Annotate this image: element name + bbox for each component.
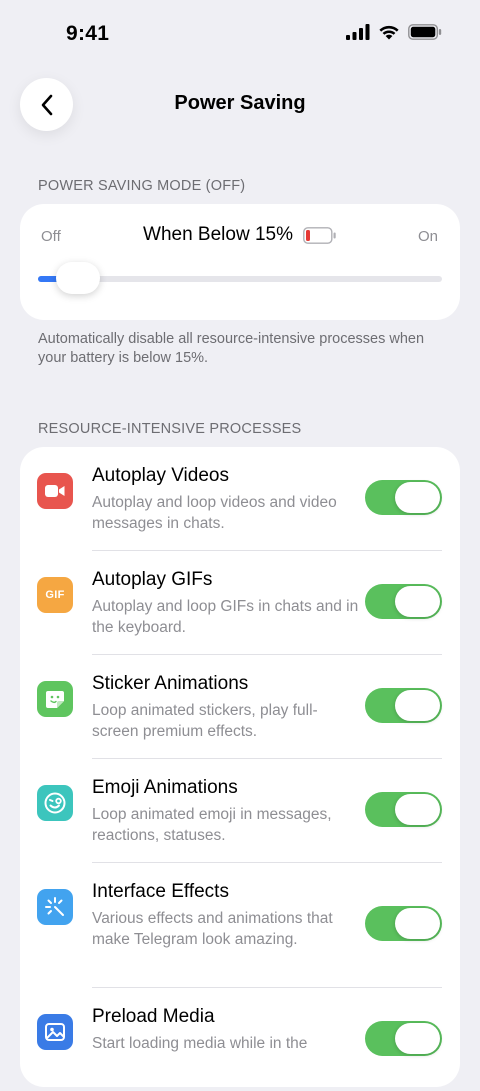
- power-saving-card: Off When Below 15% On: [20, 204, 460, 320]
- toggle-knob: [395, 586, 440, 617]
- row-title: Preload Media: [92, 1006, 215, 1027]
- status-bar: 9:41: [0, 0, 480, 70]
- preload-media-toggle[interactable]: [365, 1021, 442, 1056]
- slider-title-text: When Below 15%: [143, 224, 293, 245]
- status-time: 9:41: [66, 22, 110, 45]
- toggle-knob: [395, 794, 440, 825]
- battery-icon: [408, 24, 442, 40]
- wifi-icon: [379, 25, 399, 40]
- row-subtitle: Autoplay and loop GIFs in chats and in t…: [92, 598, 359, 636]
- list-item-emoji-animations[interactable]: Emoji Animations Loop animated emoji in …: [20, 759, 460, 862]
- video-camera-icon: [37, 473, 73, 509]
- toggle-knob: [395, 690, 440, 721]
- status-icons: [346, 24, 442, 40]
- cellular-signal-icon: [346, 24, 370, 40]
- autoplay-videos-toggle[interactable]: [365, 480, 442, 515]
- toggle-knob: [395, 1023, 440, 1054]
- toggle-knob: [395, 482, 440, 513]
- low-battery-icon: [303, 226, 336, 244]
- emoji-animations-toggle[interactable]: [365, 792, 442, 827]
- list-item-autoplay-videos[interactable]: Autoplay Videos Autoplay and loop videos…: [20, 447, 460, 550]
- row-title: Autoplay Videos: [92, 465, 229, 486]
- list-item-autoplay-gifs[interactable]: GIF Autoplay GIFs Autoplay and loop GIFs…: [20, 551, 460, 654]
- row-subtitle: Loop animated stickers, play full-screen…: [92, 702, 318, 740]
- row-subtitle: Loop animated emoji in messages, reactio…: [92, 806, 332, 844]
- battery-threshold-slider[interactable]: [38, 262, 442, 294]
- row-title: Autoplay GIFs: [92, 569, 213, 590]
- row-subtitle: Various effects and animations that make…: [92, 910, 333, 948]
- nav-bar: Power Saving: [0, 70, 480, 140]
- sticker-animations-toggle[interactable]: [365, 688, 442, 723]
- power-saving-header: POWER SAVING MODE (OFF): [38, 178, 246, 194]
- gif-icon-text: GIF: [45, 589, 65, 601]
- interface-effects-toggle[interactable]: [365, 906, 442, 941]
- sparkle-icon: [37, 889, 73, 925]
- sticker-icon: [37, 681, 73, 717]
- row-title: Emoji Animations: [92, 777, 238, 798]
- toggle-knob: [395, 908, 440, 939]
- processes-header: RESOURCE-INTENSIVE PROCESSES: [38, 421, 302, 437]
- row-subtitle: Autoplay and loop videos and video messa…: [92, 494, 337, 532]
- page-title: Power Saving: [174, 92, 306, 114]
- row-title: Interface Effects: [92, 881, 229, 902]
- emoji-icon: [37, 785, 73, 821]
- image-icon: [37, 1014, 73, 1050]
- autoplay-gifs-toggle[interactable]: [365, 584, 442, 619]
- slider-on-label: On: [417, 228, 438, 245]
- power-saving-footer: Automatically disable all resource-inten…: [38, 331, 425, 366]
- slider-thumb[interactable]: [56, 262, 101, 294]
- gif-icon: GIF: [37, 577, 73, 613]
- row-title: Sticker Animations: [92, 673, 249, 694]
- list-item-sticker-animations[interactable]: Sticker Animations Loop animated sticker…: [20, 655, 460, 758]
- row-subtitle: Start loading media while in the: [92, 1035, 308, 1052]
- list-item-interface-effects[interactable]: Interface Effects Various effects and an…: [20, 863, 460, 987]
- slider-title: When Below 15%: [20, 224, 460, 246]
- processes-list: Autoplay Videos Autoplay and loop videos…: [20, 447, 460, 1087]
